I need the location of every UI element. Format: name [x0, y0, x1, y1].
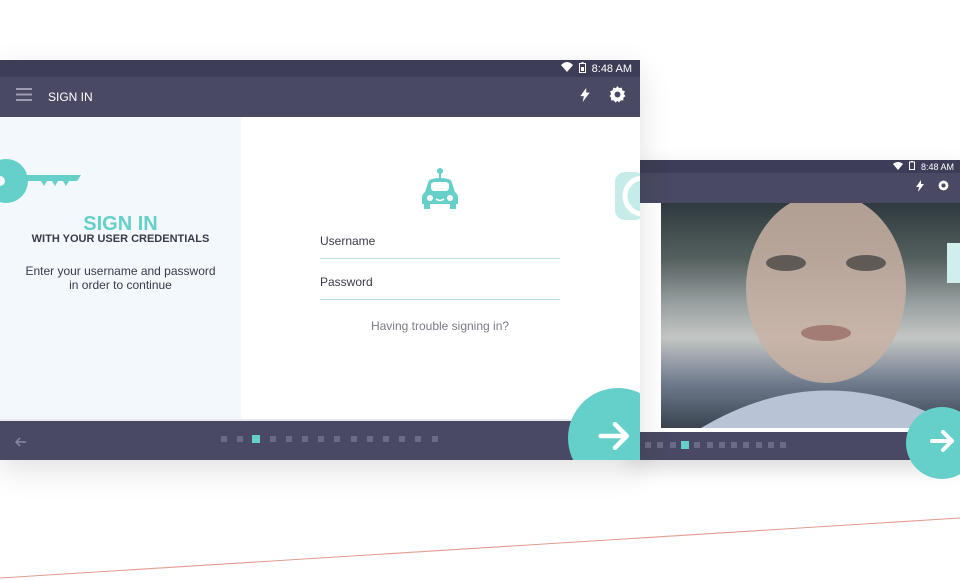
page-dot[interactable]: [237, 436, 244, 442]
page-dot[interactable]: [780, 442, 787, 448]
username-placeholder: Username: [320, 234, 376, 248]
side-peek: [947, 243, 960, 283]
flash-icon[interactable]: [579, 87, 591, 107]
page-dot[interactable]: [755, 442, 762, 448]
page-dot[interactable]: [318, 436, 325, 442]
app-bar: SIGN IN: [0, 77, 640, 117]
page-dot[interactable]: [669, 442, 676, 448]
page-dot[interactable]: [431, 436, 438, 442]
key-icon: [0, 155, 85, 212]
page-dot[interactable]: [415, 436, 422, 442]
password-placeholder: Password: [320, 275, 373, 289]
battery-icon: [908, 161, 915, 172]
password-field[interactable]: Password: [320, 275, 560, 300]
page-dot[interactable]: [350, 436, 357, 442]
second-device: 8:48 AM: [628, 160, 960, 479]
panel-description-line1: Enter your username and password: [25, 264, 216, 278]
page-dot[interactable]: [694, 442, 701, 448]
trouble-signing-in-link[interactable]: Having trouble signing in?: [320, 319, 560, 333]
app-bar: [628, 173, 960, 203]
username-field[interactable]: Username: [320, 234, 560, 259]
wifi-icon: [892, 161, 903, 172]
flash-icon[interactable]: [915, 179, 925, 197]
page-dot[interactable]: [334, 436, 341, 442]
page-dot[interactable]: [718, 442, 725, 448]
menu-icon[interactable]: [16, 88, 32, 106]
page-dot[interactable]: [221, 436, 227, 442]
page-dot[interactable]: [269, 436, 276, 442]
side-peek: [615, 170, 640, 227]
page-dot[interactable]: [731, 442, 738, 448]
panel-subheading: WITH YOUR USER CREDENTIALS: [31, 233, 210, 245]
page-dot[interactable]: [383, 436, 389, 442]
main-device: 8:48 AM SIGN IN SIGN IN WITH YOUR USER C…: [0, 60, 640, 460]
robot-car-icon: [420, 168, 460, 215]
next-arrow-icon: [930, 429, 956, 457]
page-dot[interactable]: [657, 442, 664, 448]
left-panel: SIGN IN WITH YOUR USER CREDENTIALS Enter…: [0, 117, 241, 419]
page-dot[interactable]: [285, 436, 292, 442]
status-time: 8:48 AM: [591, 62, 632, 75]
page-dot-active[interactable]: [252, 435, 261, 443]
status-time: 8:48 AM: [920, 161, 954, 172]
page-dot[interactable]: [645, 442, 651, 448]
page-dot[interactable]: [399, 436, 406, 442]
page-dot-active[interactable]: [680, 441, 689, 449]
page-dot[interactable]: [706, 442, 713, 448]
next-button[interactable]: [568, 388, 640, 460]
battery-icon: [578, 61, 586, 76]
page-dot[interactable]: [302, 436, 308, 442]
settings-icon[interactable]: [609, 86, 626, 108]
page-dot[interactable]: [768, 442, 774, 448]
settings-icon[interactable]: [937, 179, 950, 197]
status-bar: 8:48 AM: [628, 160, 960, 173]
panel-description-line2: in order to continue: [69, 278, 172, 292]
page-dot[interactable]: [366, 436, 373, 442]
page-title: SIGN IN: [48, 90, 93, 104]
page-indicator: [0, 419, 640, 460]
status-bar: 8:48 AM: [0, 60, 640, 77]
profile-photo: [661, 203, 960, 428]
page-dot[interactable]: [743, 442, 750, 448]
decorative-line: [0, 517, 960, 579]
next-arrow-icon: [598, 421, 632, 456]
wifi-icon: [560, 62, 573, 75]
